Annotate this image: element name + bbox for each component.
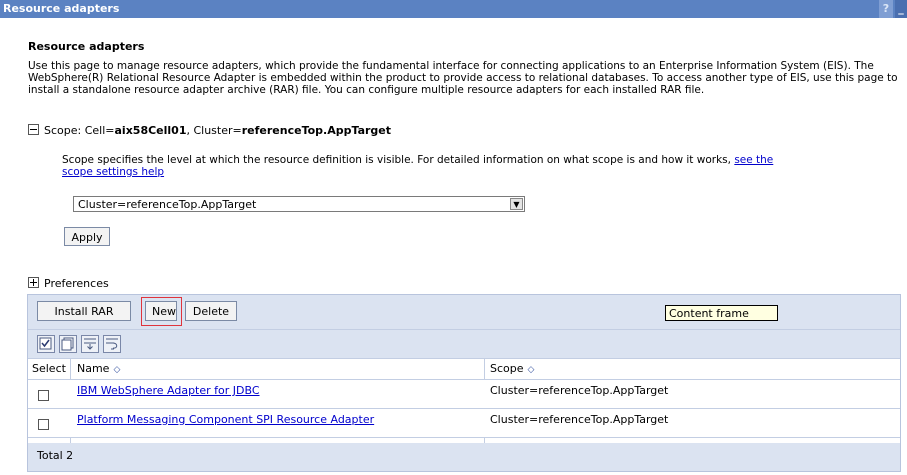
show-filter-icon[interactable]	[81, 335, 99, 353]
preferences-label: Preferences	[44, 277, 109, 290]
collapse-icon[interactable]	[28, 124, 39, 135]
sort-icon[interactable]: ◇	[528, 365, 535, 375]
table-row: Platform Messaging Component SPI Resourc…	[28, 409, 900, 438]
dropdown-arrow-icon[interactable]: ▼	[510, 198, 523, 210]
page-description: Use this page to manage resource adapter…	[28, 60, 898, 96]
window-title: Resource adapters	[3, 2, 120, 15]
apply-button[interactable]: Apply	[64, 227, 110, 246]
total-count: Total 2	[37, 449, 74, 462]
name-column-header[interactable]: Name ◇	[77, 359, 120, 379]
new-button[interactable]: New	[145, 301, 177, 321]
adapter-scope: Cluster=referenceTop.AppTarget	[490, 384, 669, 397]
scope-separator: , Cluster=	[186, 124, 242, 137]
page-title: Resource adapters	[28, 40, 145, 53]
row-checkbox[interactable]	[38, 419, 49, 430]
deselect-all-icon[interactable]	[59, 335, 77, 353]
table-footer: Total 2	[28, 443, 900, 471]
scope-help-description: Scope specifies the level at which the r…	[62, 154, 735, 166]
scope-column-label: Scope	[490, 362, 524, 375]
tooltip: Content frame	[665, 305, 778, 321]
adapter-name-link[interactable]: IBM WebSphere Adapter for JDBC	[77, 380, 260, 408]
scope-help-text: Scope specifies the level at which the r…	[62, 154, 802, 178]
table-header: Select Name ◇ Scope ◇	[28, 358, 900, 380]
window-title-bar: Resource adapters ? _	[0, 0, 907, 18]
scope-select-value: Cluster=referenceTop.AppTarget	[78, 198, 257, 211]
clear-filter-icon[interactable]	[103, 335, 121, 353]
scope-cell: aix58Cell01	[114, 124, 187, 137]
expand-icon[interactable]	[28, 277, 39, 288]
resource-adapters-collection: Install RAR New Delete Content frame Sel…	[27, 294, 901, 472]
preferences-section-header[interactable]: Preferences	[28, 277, 109, 290]
adapter-scope: Cluster=referenceTop.AppTarget	[490, 413, 669, 426]
scope-label: Scope: Cell=	[44, 124, 115, 137]
select-all-icon[interactable]	[37, 335, 55, 353]
row-checkbox[interactable]	[38, 390, 49, 401]
table-row: IBM WebSphere Adapter for JDBC Cluster=r…	[28, 380, 900, 409]
install-rar-button[interactable]: Install RAR	[37, 301, 131, 321]
scope-column-header[interactable]: Scope ◇	[490, 359, 534, 379]
help-icon[interactable]: ?	[879, 0, 893, 18]
select-column-header: Select	[32, 362, 66, 375]
name-column-label: Name	[77, 362, 110, 375]
adapter-name-link[interactable]: Platform Messaging Component SPI Resourc…	[77, 409, 374, 437]
icon-toolbar	[28, 329, 900, 358]
scope-cluster: referenceTop.AppTarget	[241, 124, 392, 137]
scope-section-header[interactable]: Scope: Cell=aix58Cell01, Cluster=referen…	[28, 124, 391, 137]
minimize-icon[interactable]: _	[895, 0, 907, 18]
delete-button[interactable]: Delete	[185, 301, 237, 321]
sort-icon[interactable]: ◇	[113, 365, 120, 375]
scope-select[interactable]: Cluster=referenceTop.AppTarget ▼	[73, 196, 525, 212]
button-toolbar: Install RAR New Delete Content frame	[28, 295, 900, 329]
